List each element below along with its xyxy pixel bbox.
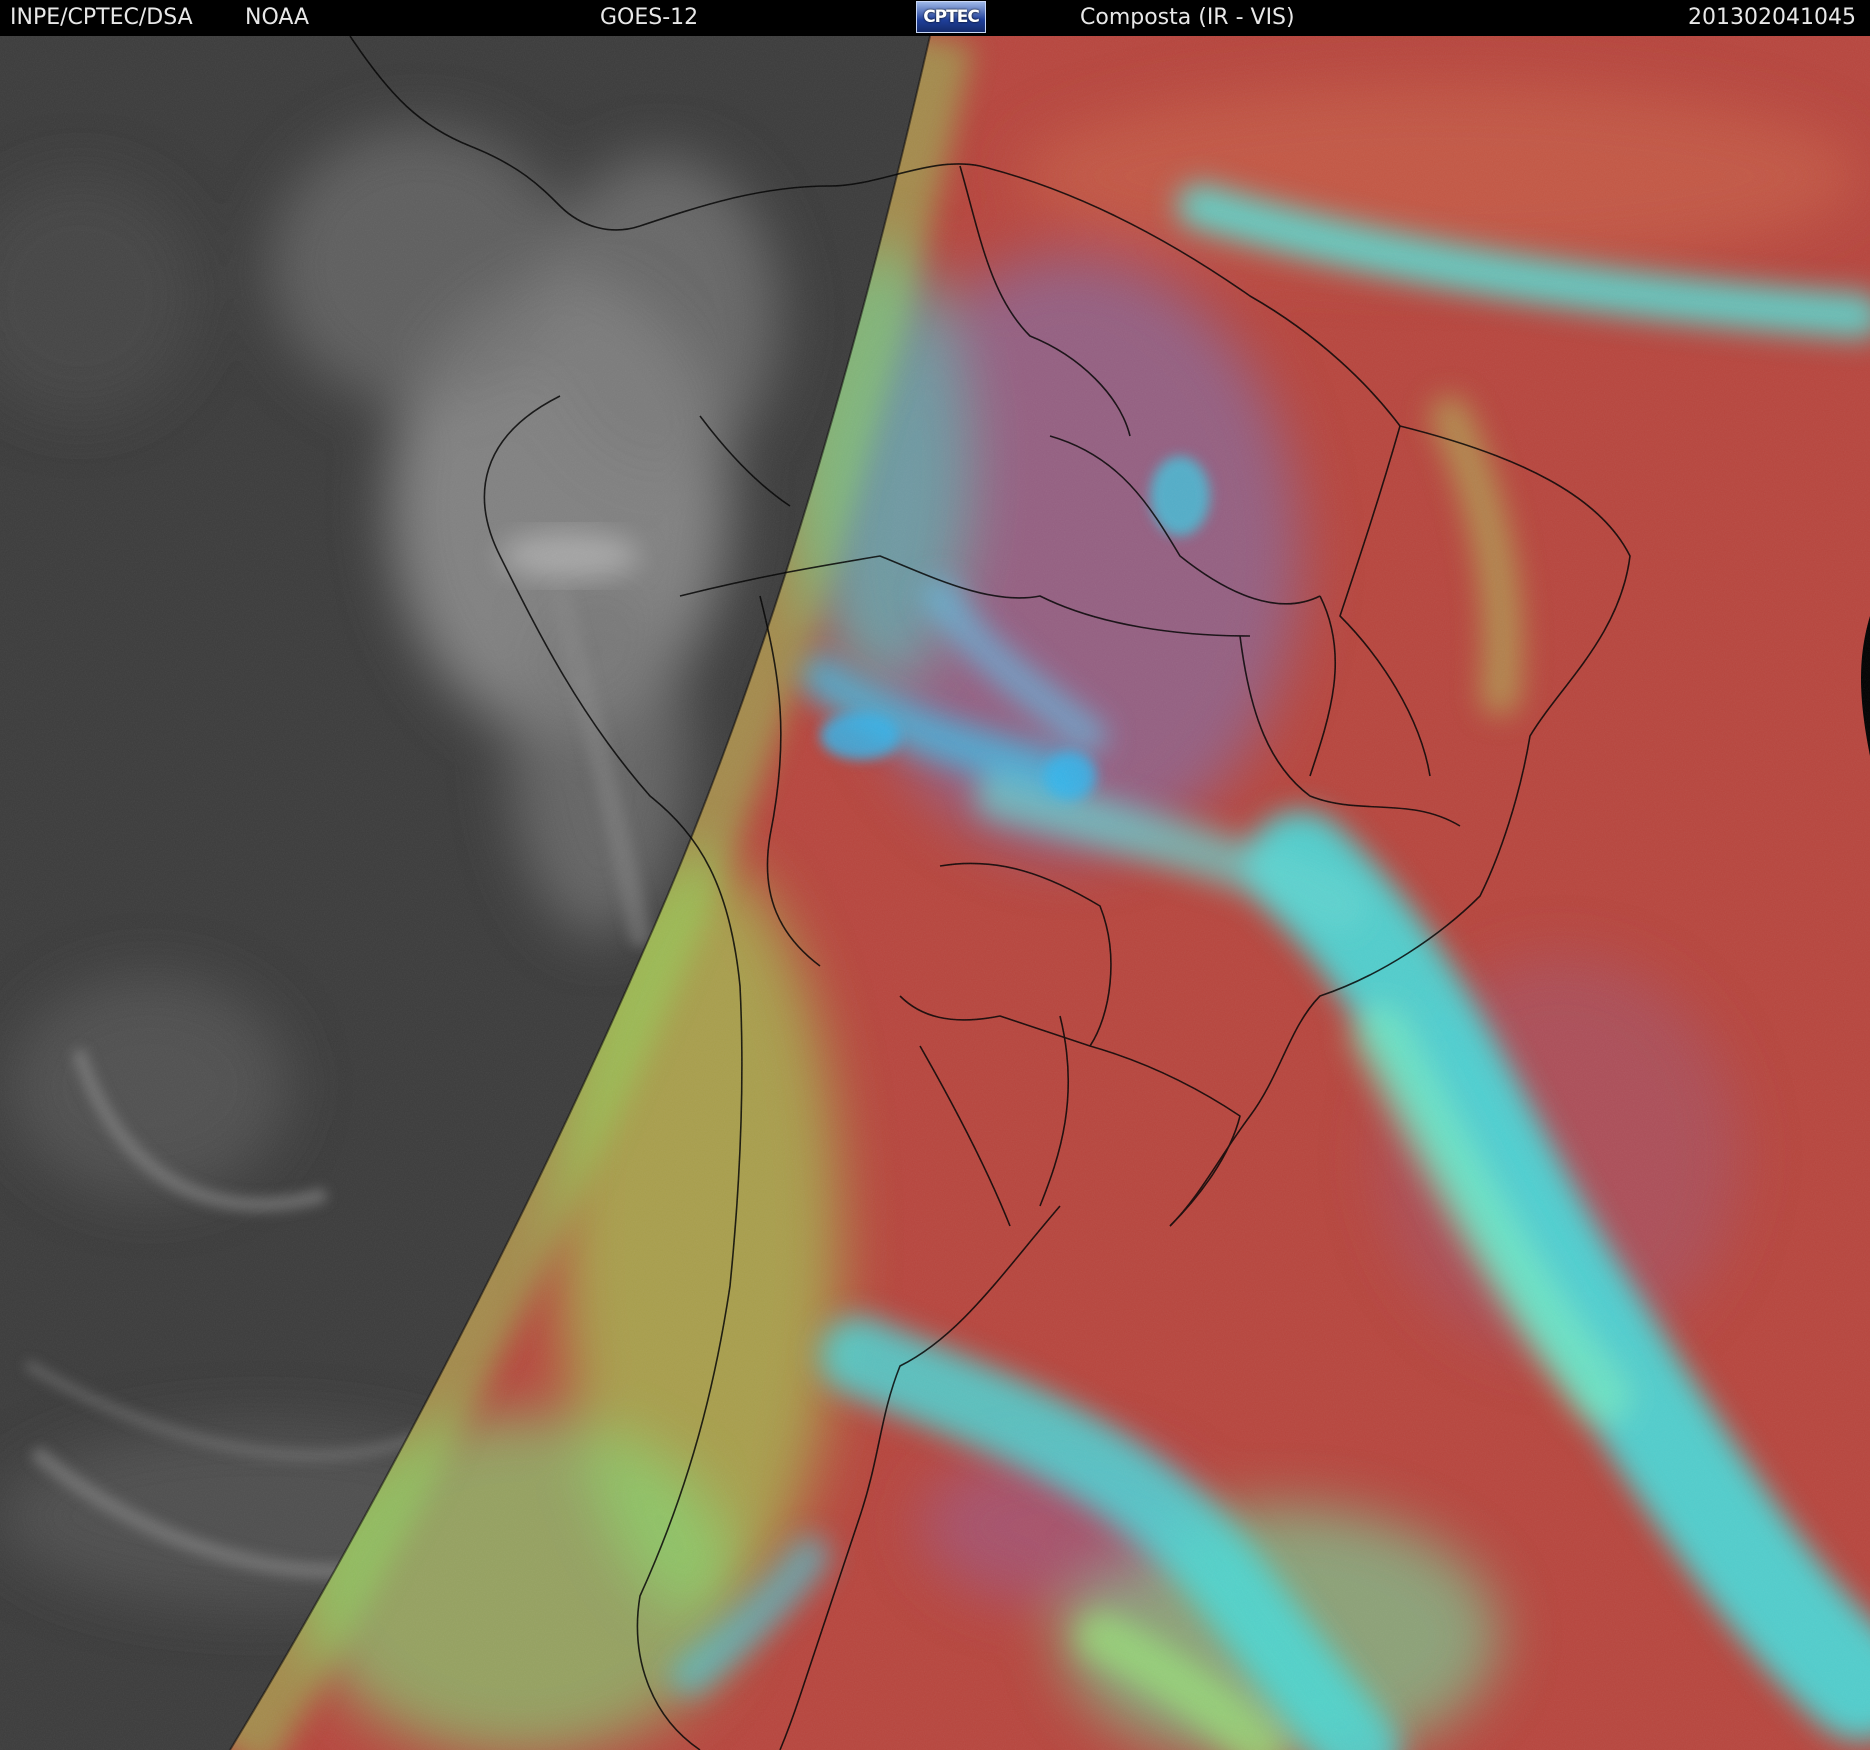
cptec-logo-icon: CPTEC [916,1,986,33]
institution-label: INPE/CPTEC/DSA [10,5,193,30]
satellite-label: GOES-12 [600,5,699,30]
agency-label: NOAA [245,5,310,30]
datetime-label: 201302041045 [1688,5,1856,30]
satellite-composite-image [0,36,1870,1750]
image-header-bar: INPE/CPTEC/DSA NOAA GOES-12 CPTEC Compos… [0,0,1870,36]
product-label: Composta (IR - VIS) [1080,5,1295,30]
